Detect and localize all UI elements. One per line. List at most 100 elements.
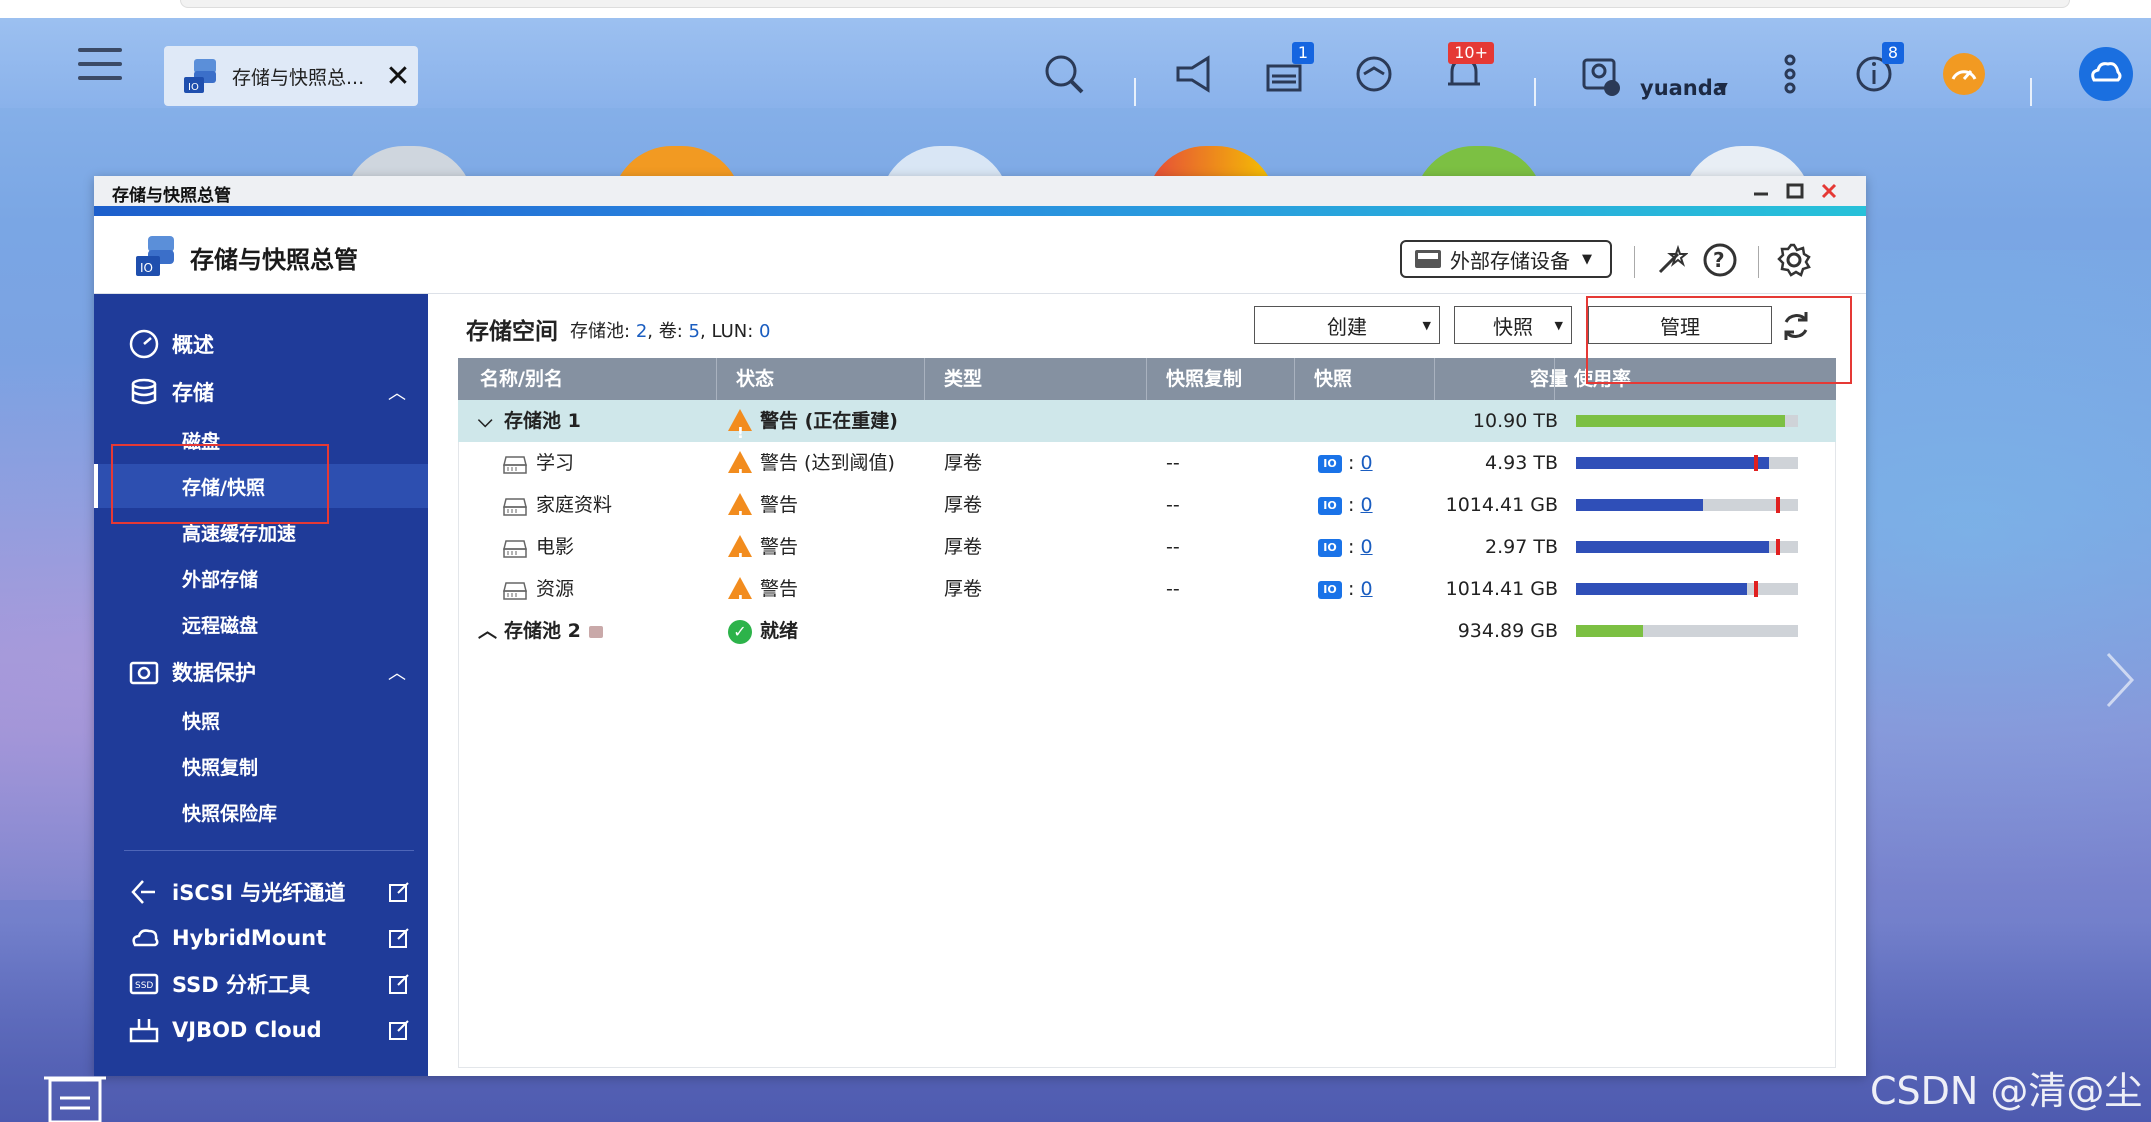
chevron-up-icon[interactable]: ︿ [388,659,406,685]
sidebar-subitem-snapshot-vault[interactable]: 快照保险库 [94,790,428,834]
usage-bar-fill [1576,457,1770,469]
minimize-icon[interactable] [1746,178,1776,204]
pool-row[interactable]: ︿ 存储池 2 ✓ 就绪 934.89 GB [458,610,1836,652]
chevron-down-icon[interactable]: ▼ [1717,80,1728,96]
column-header-name[interactable]: 名称/别名 [480,358,563,400]
chevron-up-icon[interactable]: ︿ [388,379,406,405]
status-cell: 警告 [728,568,798,622]
manage-button[interactable]: 管理 [1588,306,1772,344]
threshold-marker [1775,497,1780,513]
window-titlebar[interactable]: 存储与快照总管 [94,176,1866,206]
stat-lun-label: LUN: [711,321,754,342]
status-cell: ✓ 就绪 [728,610,798,652]
user-name[interactable]: yuanda [1640,76,1727,100]
column-header-capacity[interactable]: 容量 [1530,358,1568,400]
column-header-usage[interactable]: 使用率 [1574,358,1631,400]
create-label: 创建 [1327,314,1367,339]
app-header: IO 存储与快照总管 外部存储设备 ▼ ? [94,216,1866,294]
external-link-icon[interactable] [388,973,410,995]
sidebar-item-overview[interactable]: 概述 [94,322,428,366]
cloud-icon[interactable] [2078,46,2134,102]
row-name: 存储池 1 [504,410,581,432]
sidebar-item-ssd-profiling[interactable]: SSD SSD 分析工具 [94,962,428,1006]
background-tasks-icon[interactable]: 1 [1256,42,1314,102]
chevron-up-icon[interactable]: ︿ [478,610,500,652]
external-link-icon[interactable] [388,881,410,903]
sidebar-item-data-protection[interactable]: 数据保护 ︿ [94,650,428,694]
snapshot-cell: IO : 0 [1318,526,1373,568]
snapshot-count-link[interactable]: 0 [1360,494,1372,516]
close-icon[interactable]: ✕ [378,59,418,94]
capacity-cell: 2.97 TB [1485,536,1558,558]
tasks-badge: 1 [1291,42,1314,64]
external-link-icon[interactable] [388,1019,410,1041]
snapshot-separator: : [1342,536,1361,558]
sidebar-subitem-label: 快照 [182,710,221,733]
svg-text:IO: IO [140,261,153,275]
settings-gear-icon[interactable] [1774,240,1814,280]
sidebar-item-vjbod-cloud[interactable]: VJBOD Cloud [94,1008,428,1052]
info-icon[interactable]: 8 [1846,42,1904,102]
search-icon[interactable] [1036,46,1092,102]
sidebar-subitem-cache[interactable]: 高速缓存加速 [94,510,428,554]
pool-row[interactable]: ⌵存储池 1 警告 (正在重建) 10.90 TB [458,400,1836,454]
cloud-mount-icon [128,922,160,954]
magic-wand-icon[interactable] [1652,240,1692,280]
name-cell: 电影 [502,526,574,568]
sidebar-item-iscsi[interactable]: iSCSI 与光纤通道 [94,870,428,914]
column-header-type[interactable]: 类型 [944,358,982,400]
ssd-icon: SSD [128,968,160,1000]
sidebar-subitem-storage-snapshots[interactable]: 存储/快照 [94,464,428,508]
more-options-icon[interactable] [1762,46,1818,102]
chevron-down-icon[interactable]: ⌵ [478,400,500,442]
snapshot-label: 快照 [1493,314,1533,339]
notification-bell-icon[interactable]: 10+ [1436,42,1494,102]
snapshot-dropdown[interactable]: 快照 ▼ [1454,306,1572,344]
chevron-right-icon[interactable] [2100,650,2140,710]
user-icon[interactable] [1572,46,1628,102]
snapshot-count-link[interactable]: 0 [1360,452,1372,474]
trash-icon[interactable] [40,1068,110,1122]
column-header-replication[interactable]: 快照复制 [1166,358,1242,400]
volume-row[interactable]: 电影 警告 厚卷 -- IO : 0 2.97 TB [458,526,1836,580]
table-header: 名称/别名 状态 类型 快照复制 快照 容量 使用率 [458,358,1836,400]
status-text: 就绪 [760,620,799,642]
volume-row[interactable]: 家庭资料 警告 厚卷 -- IO : 0 1014.41 GB [458,484,1836,538]
volume-row[interactable]: 资源 警告 厚卷 -- IO : 0 1014.41 GB [458,568,1836,622]
sidebar-subitem-snapshots[interactable]: 快照 [94,698,428,742]
close-window-icon[interactable] [1814,178,1844,204]
usage-bar [1576,539,1798,555]
sidebar-subitem-snapshot-replica[interactable]: 快照复制 [94,744,428,788]
external-storage-label: 外部存储设备 [1450,248,1570,273]
dashboard-gauge-icon[interactable] [1936,46,1992,102]
volume-row[interactable]: 学习 警告 (达到阈值) 厚卷 -- IO : 0 4.93 TB [458,442,1836,496]
snapshot-count-link[interactable]: 0 [1360,578,1372,600]
sidebar-item-hybridmount[interactable]: HybridMount [94,916,428,960]
sidebar-subitem-remote-disk[interactable]: 远程磁盘 [94,602,428,646]
create-dropdown[interactable]: 创建 ▼ [1254,306,1440,344]
refresh-icon[interactable] [1774,304,1818,348]
maximize-icon[interactable] [1780,178,1810,204]
app-tab-storage[interactable]: IO 存储与快照总... ✕ [164,46,418,106]
sidebar-item-storage[interactable]: 存储 ︿ [94,370,428,414]
snapshot-count-link[interactable]: 0 [1360,536,1372,558]
announcement-icon[interactable] [1166,46,1222,102]
usage-bar-fill [1576,415,1785,427]
help-icon[interactable]: ? [1700,240,1740,280]
external-link-icon[interactable] [388,927,410,949]
sidebar-subitem-disks[interactable]: 磁盘 [94,418,428,462]
main-menu-icon[interactable] [78,48,122,86]
volume-icon [503,497,527,516]
stat-pool-label: 存储池: [570,321,631,342]
storage-space-panel: 存储空间 存储池: 2, 卷: 5, LUN: 0 创建 ▼ 快照 ▼ 管理 名… [428,294,1866,1076]
manage-label: 管理 [1660,314,1700,339]
watermark: CSDN @清@尘 [1870,1069,2143,1113]
stat-volume-count: 5 [688,321,700,342]
sync-icon[interactable] [1346,46,1402,102]
column-header-status[interactable]: 状态 [736,358,774,400]
sidebar: 概述 存储 ︿ 磁盘 存储/快照 高速缓存加速 外部存储 远程磁盘 数据保护 ︿… [94,294,428,1076]
external-storage-button[interactable]: 外部存储设备 ▼ [1400,240,1612,278]
capacity-cell: 1014.41 GB [1445,578,1558,600]
column-header-snapshot[interactable]: 快照 [1314,358,1352,400]
sidebar-subitem-external-storage[interactable]: 外部存储 [94,556,428,600]
